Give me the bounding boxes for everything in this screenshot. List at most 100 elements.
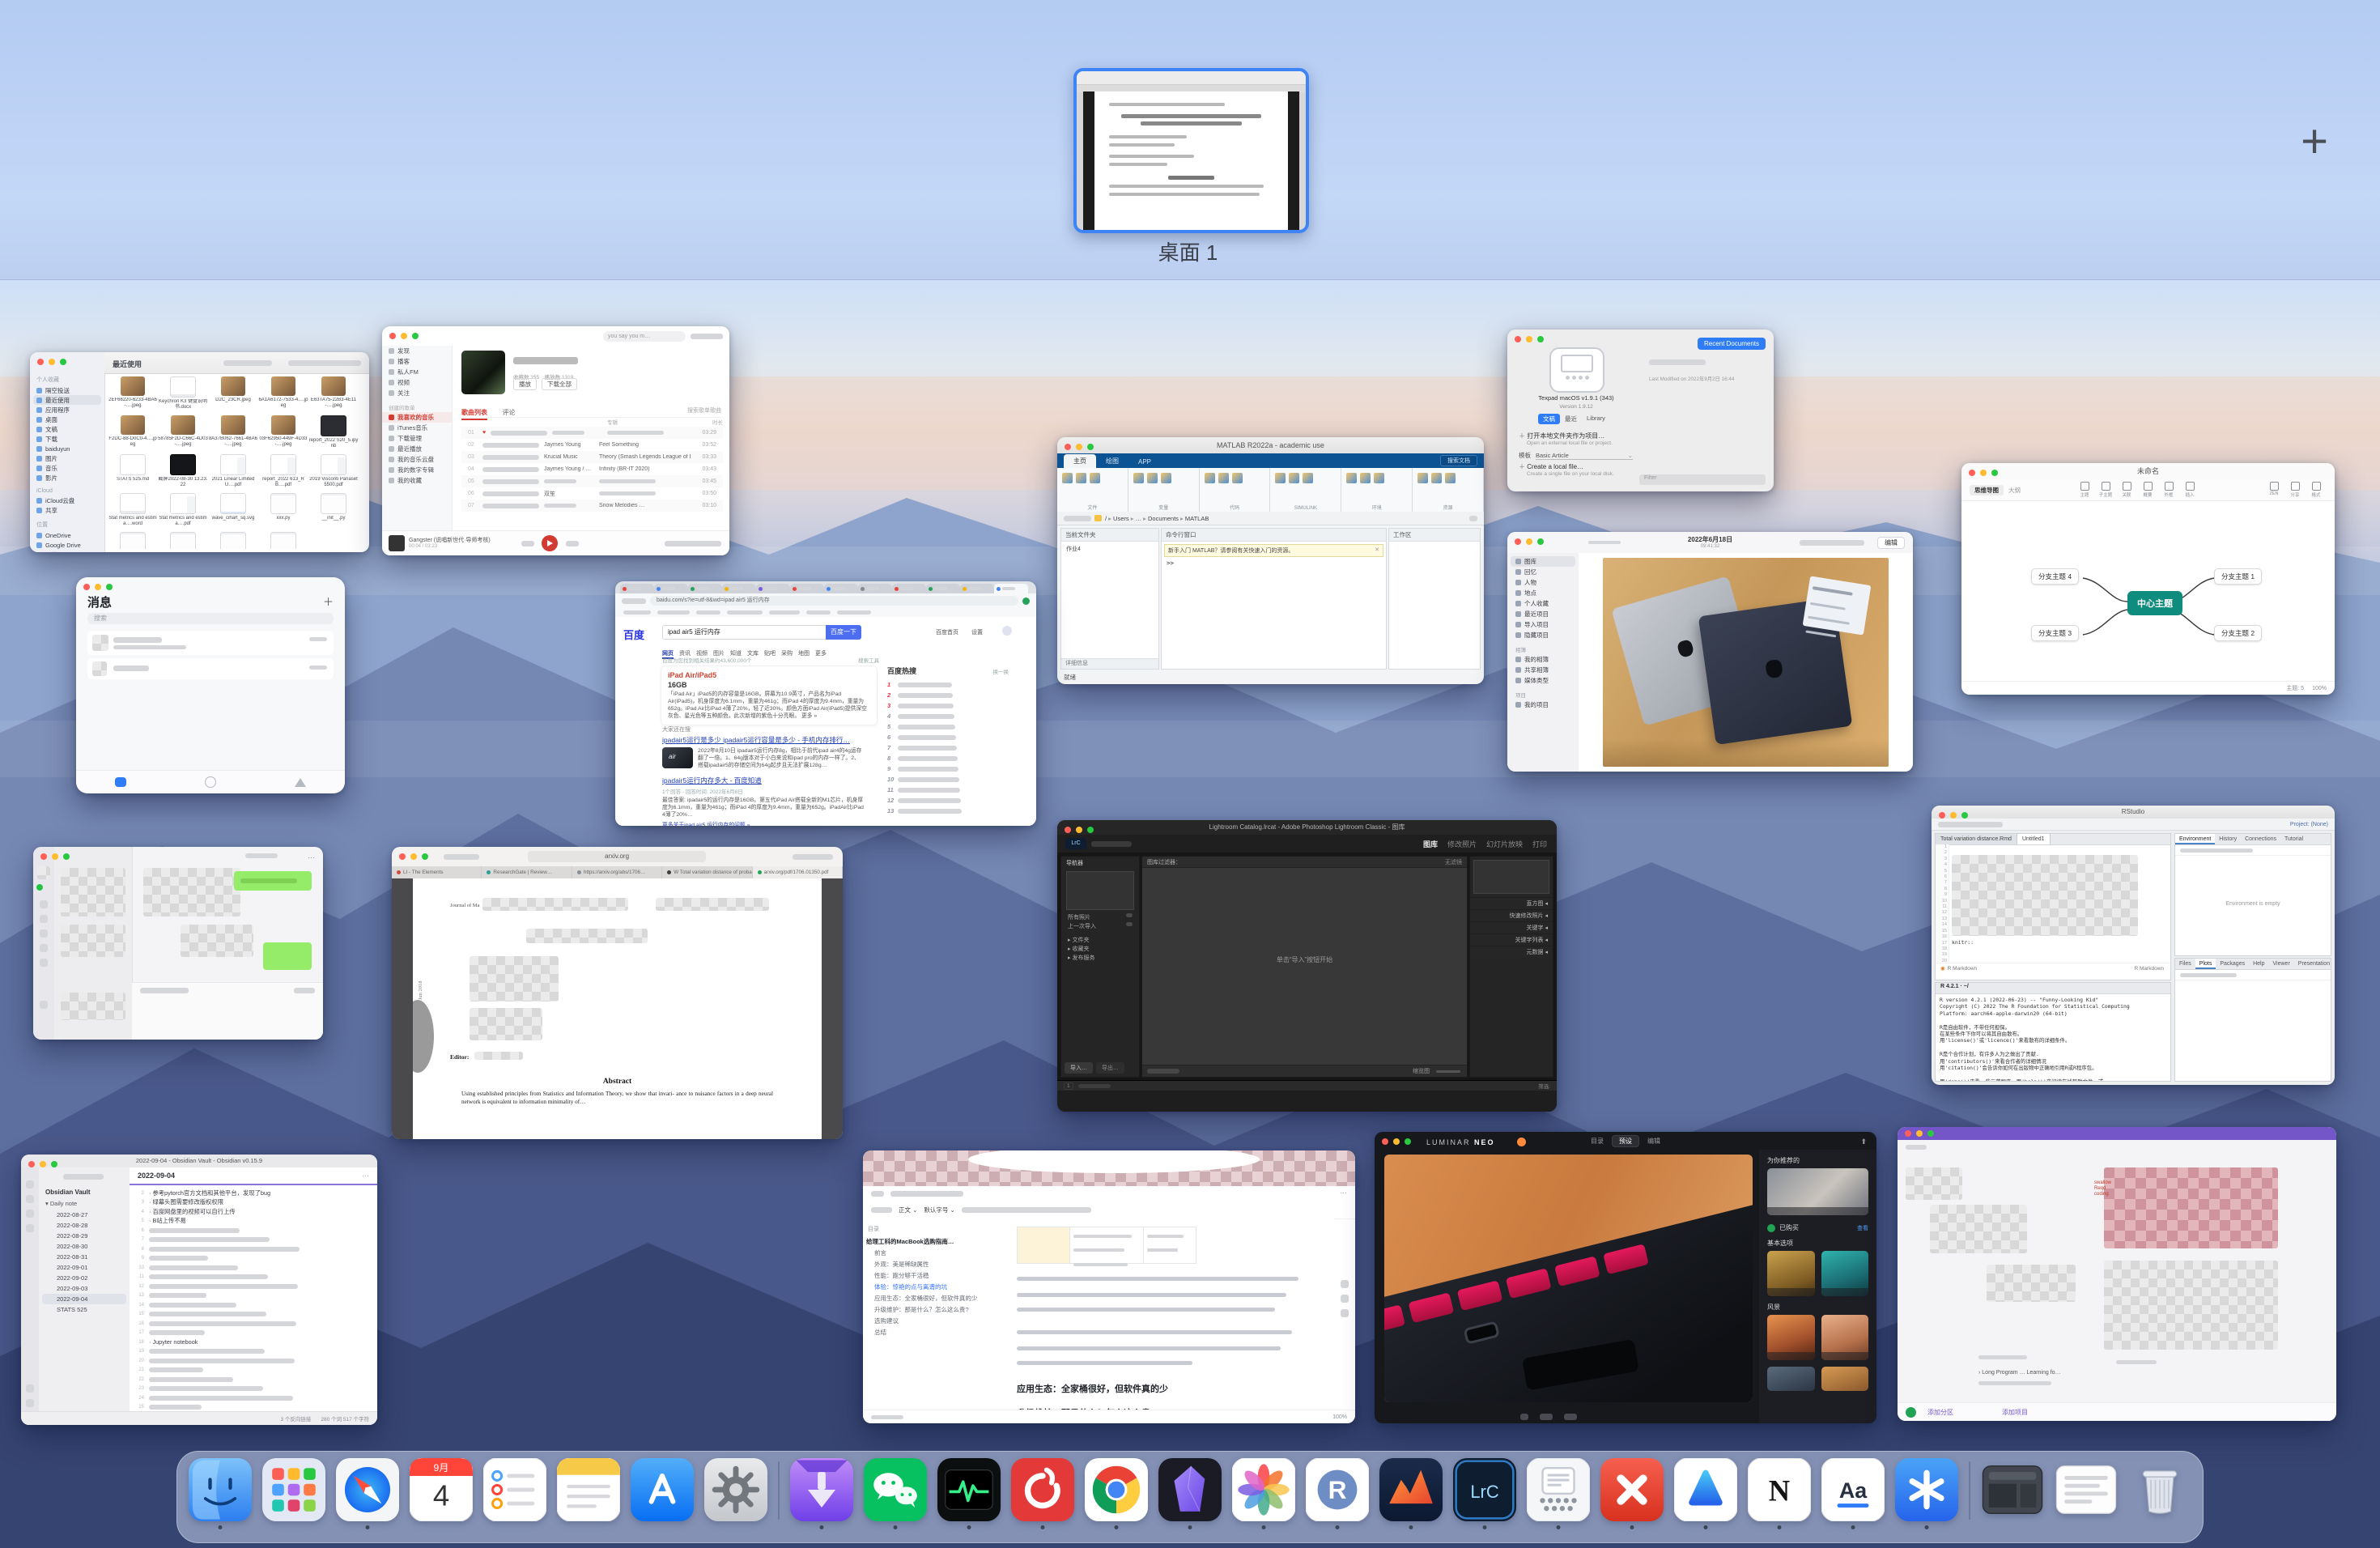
- ribbon-icon: [26, 1399, 34, 1407]
- netease-music-window[interactable]: you say you m… 发现播客私人FM视频关注创建的歌单我喜欢的音乐iT…: [382, 326, 729, 555]
- kanban-cell-censored: [1987, 1265, 2076, 1302]
- docs-window[interactable]: ⋯ 正文 ⌄ 默认字号 ⌄ 目录 给理工科的MacBook选购指南…前言外观：美…: [863, 1150, 1355, 1423]
- sidebar-item-label: 我的数字专辑: [397, 466, 434, 474]
- dock-reminders-icon[interactable]: [483, 1458, 546, 1531]
- dock-notion-icon[interactable]: N: [1748, 1458, 1811, 1531]
- dock-dict-icon[interactable]: Aa: [1821, 1458, 1885, 1531]
- dock-xmind-icon[interactable]: [1600, 1458, 1664, 1531]
- dock-trash-icon[interactable]: [2128, 1458, 2191, 1531]
- tab-favicon: [657, 587, 661, 591]
- messages-app-window[interactable]: 消息 ＋ 搜索: [76, 577, 345, 793]
- censored-text: [149, 1247, 300, 1252]
- add-desktop-button[interactable]: +: [2286, 115, 2343, 172]
- file-thumbnail: [270, 454, 296, 475]
- dock-monitor-icon[interactable]: [937, 1458, 1001, 1531]
- obsidian-window[interactable]: 2022-09-04 - Obsidian Vault - Obsidian v…: [21, 1155, 377, 1425]
- dock-safari-icon[interactable]: [336, 1458, 399, 1531]
- xmind-tool: 格式: [2306, 482, 2327, 498]
- dock-chrome-icon[interactable]: [1085, 1458, 1148, 1531]
- censored-text: [607, 431, 664, 435]
- dock-rstudio-icon[interactable]: R: [1306, 1458, 1369, 1531]
- hot-rank: 1: [887, 681, 894, 688]
- kanban-window[interactable]: › Long Program … Learning fo… swallowReq…: [1898, 1127, 2336, 1421]
- texpad-window[interactable]: Recent Documents Texpad macOS v1.9.1 (34…: [1507, 330, 1774, 491]
- dock-wechat-icon[interactable]: [864, 1458, 927, 1531]
- running-indicator: [967, 1525, 971, 1529]
- chrome-nav-buttons: [622, 598, 646, 604]
- sidebar-item-label: 关注: [397, 389, 410, 398]
- music-sidebar-item: 我的收藏: [382, 475, 452, 486]
- dock-launchpad-icon[interactable]: [262, 1458, 325, 1531]
- sidebar-item-icon: [389, 369, 394, 375]
- dock-calendar-icon[interactable]: 9月4: [410, 1458, 473, 1531]
- dock-settings-icon[interactable]: [704, 1458, 767, 1531]
- files-tab: Viewer: [2269, 959, 2294, 969]
- dock-obsidian-icon[interactable]: [1158, 1458, 1222, 1531]
- finder-file: x.py: [158, 532, 208, 549]
- doc-heading-1: 应用生态：全家桶很好，但软件真的少: [1017, 1382, 1310, 1395]
- rstudio-window[interactable]: RStudio Project: (None) Total variation …: [1932, 806, 2335, 1085]
- desktop-thumbnail[interactable]: [1073, 68, 1309, 233]
- line-number: 8: [1936, 887, 1949, 892]
- line-number: 23: [134, 1386, 144, 1391]
- luminar-window[interactable]: LUMINAR NEO 目录 预设 编辑 ⬆ 为你推: [1375, 1132, 1876, 1423]
- censored-text: [898, 809, 962, 814]
- dock-minwindark-icon[interactable]: [1981, 1458, 2044, 1531]
- dock-triangle-icon[interactable]: [1674, 1458, 1737, 1531]
- censored-text: [898, 798, 961, 803]
- dock-lrc-icon[interactable]: LrC: [1453, 1458, 1516, 1531]
- dock-photos-icon[interactable]: [1232, 1458, 1295, 1531]
- recent-doc-name: [1649, 359, 1706, 365]
- traffic-lights: [37, 359, 66, 365]
- outline-item: 前言: [863, 1248, 984, 1259]
- xmind-window[interactable]: 未命名 思维导图 大纲 主题子主题关联概要外框插入 ZEN分享格式 分支主题 4…: [1961, 463, 2335, 695]
- liked-heart-icon: ♥: [482, 430, 486, 436]
- dock-downie-icon[interactable]: [790, 1458, 853, 1531]
- dock-notes-icon[interactable]: [557, 1458, 620, 1531]
- keyboard-label: [1522, 1339, 1639, 1391]
- file-thumbnail: [220, 532, 246, 549]
- finder-window[interactable]: 个人收藏隔空投送最近使用应用程序桌面文稿下载baiduyun图片音乐影片iClo…: [30, 352, 369, 552]
- sidebar-item-icon: [36, 417, 42, 423]
- desktop-label[interactable]: 桌面 1: [1073, 236, 1303, 266]
- file-name: 2021 Linear Limited U….pdf: [208, 477, 258, 488]
- dock-finder-icon[interactable]: [189, 1458, 252, 1531]
- safari-window[interactable]: arxiv.org LI - The ElementsResearchGate …: [392, 847, 843, 1139]
- song-row: 04Jaymes Young / …Infinity (BR-IT 2020)0…: [461, 463, 723, 475]
- doc-more-icon: ⋯: [1340, 1189, 1347, 1197]
- chrome-window[interactable]: baidu.com/s?ie=utf-8&wd=ipad air5 运行内存 百…: [615, 581, 1036, 826]
- branch-topic-3: 分支主题 3: [2031, 625, 2079, 641]
- photos-window[interactable]: 2022年6月18日 09:41:32 编辑 图库回忆人物地点个人收藏最近项目导…: [1507, 532, 1913, 772]
- edit-button: 编辑: [1877, 537, 1905, 549]
- tab-favicon: [725, 587, 729, 591]
- texpad-logo-doc: [1561, 355, 1593, 372]
- sidebar-item-label: 下载: [45, 435, 57, 444]
- dock-asterisk-icon[interactable]: [1895, 1458, 1958, 1531]
- hot-rank: 4: [887, 712, 894, 720]
- dock-minwindoc-icon[interactable]: [2055, 1458, 2118, 1531]
- dock-texpad-icon[interactable]: [1527, 1458, 1590, 1531]
- song-artist: Jaymes Young / …: [544, 466, 594, 472]
- ribbon-icons: [1200, 468, 1270, 483]
- ribbon-group: 文件: [1057, 468, 1128, 512]
- messages-search-input: 搜索: [87, 613, 334, 624]
- dock-netease-icon[interactable]: [1011, 1458, 1074, 1531]
- sidebar-item-icon: [1515, 657, 1521, 662]
- song-artist: Jaymes Young: [544, 442, 594, 448]
- baidu-result-stats: 百度为您找到相关结果约43,600,000个: [662, 656, 752, 664]
- line-number: 16: [1936, 934, 1949, 940]
- preset-thumb-portrait: [1767, 1168, 1868, 1215]
- lightroom-window[interactable]: Lightroom Catalog.lrcat - Adobe Photosho…: [1057, 820, 1557, 1112]
- tool-label: 插入: [2185, 491, 2194, 498]
- wechat-window[interactable]: …: [33, 847, 323, 1040]
- outline-item: 总结: [863, 1327, 984, 1338]
- matlab-window[interactable]: MATLAB R2022a - academic use 主页 绘图 APP 搜…: [1057, 437, 1484, 684]
- item-label: 上一次导入: [1068, 922, 1096, 931]
- dock-appstore-icon[interactable]: [631, 1458, 694, 1531]
- player-right-icons: [665, 541, 721, 546]
- line-number: 14: [1936, 922, 1949, 928]
- song-album: Infinity (BR-IT 2020): [599, 466, 691, 472]
- tab-title: LI - The Elements: [403, 870, 444, 875]
- song-row: 06双笙03:50: [461, 487, 723, 500]
- dock-matlab-icon[interactable]: [1379, 1458, 1443, 1531]
